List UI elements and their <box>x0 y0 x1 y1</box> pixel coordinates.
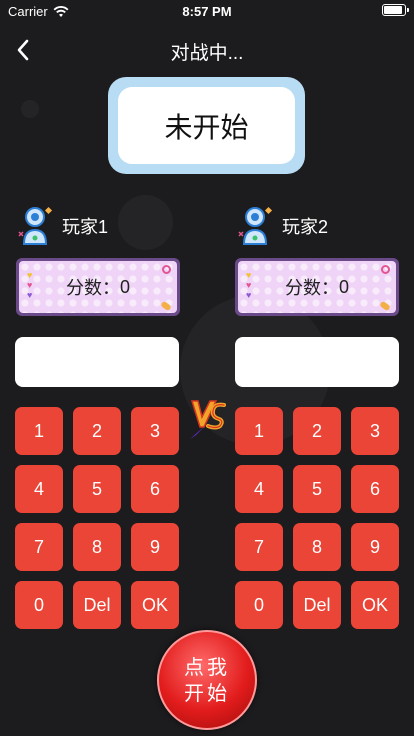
player2-key-0[interactable]: 0 <box>235 581 283 629</box>
player1-key-7[interactable]: 7 <box>15 523 63 571</box>
player2-header: 玩家2 <box>236 206 328 246</box>
hearts-icon: ♥ ♥ ♥ <box>246 270 252 300</box>
player2-key-1[interactable]: 1 <box>235 407 283 455</box>
player1-answer-input[interactable] <box>15 337 179 387</box>
ring-decoration-icon <box>162 265 171 274</box>
robot-avatar-icon <box>238 206 273 245</box>
pill-decoration-icon <box>379 300 391 312</box>
player2-key-6[interactable]: 6 <box>351 465 399 513</box>
player1-key-2[interactable]: 2 <box>73 407 121 455</box>
player2-key-9[interactable]: 9 <box>351 523 399 571</box>
player1-key-3[interactable]: 3 <box>131 407 179 455</box>
player1-score-box: ♥ ♥ ♥ 分数： 0 <box>16 258 180 316</box>
page-title: 对战中... <box>170 43 244 64</box>
nav-bar: 对战中... <box>0 30 414 70</box>
player1-key-9[interactable]: 9 <box>131 523 179 571</box>
player2-score-box: ♥ ♥ ♥ 分数： 0 <box>235 258 399 316</box>
player1-header: 玩家1 <box>16 206 108 246</box>
start-button-label: 点我开始 <box>184 655 230 705</box>
hearts-icon: ♥ ♥ ♥ <box>27 270 33 300</box>
player1-score-label: 分数： <box>65 278 120 298</box>
status-bar: Carrier 8:57 PM <box>0 0 414 22</box>
player1-key-1[interactable]: 1 <box>15 407 63 455</box>
player2-score-label: 分数： <box>284 278 339 298</box>
robot-avatar-icon <box>18 206 53 245</box>
player2-key-8[interactable]: 8 <box>293 523 341 571</box>
player1-key-5[interactable]: 5 <box>73 465 121 513</box>
player1-key-del[interactable]: Del <box>73 581 121 629</box>
player2-keypad: 1 2 3 4 5 6 7 8 9 0 Del OK <box>235 407 399 629</box>
player1-key-6[interactable]: 6 <box>131 465 179 513</box>
player2-key-2[interactable]: 2 <box>293 407 341 455</box>
player2-key-5[interactable]: 5 <box>293 465 341 513</box>
player2-key-ok[interactable]: OK <box>351 581 399 629</box>
player1-name: 玩家1 <box>62 217 109 237</box>
player1-key-0[interactable]: 0 <box>15 581 63 629</box>
start-button[interactable]: 点我开始 <box>157 630 257 730</box>
background-circle <box>118 195 173 250</box>
player1-score-value: 0 <box>119 276 130 297</box>
game-status-text: 未开始 <box>118 87 295 164</box>
player2-key-7[interactable]: 7 <box>235 523 283 571</box>
status-time: 8:57 PM <box>182 4 232 19</box>
player2-name: 玩家2 <box>282 217 329 237</box>
player2-key-4[interactable]: 4 <box>235 465 283 513</box>
background-circle <box>21 100 39 118</box>
player1-keypad: 1 2 3 4 5 6 7 8 9 0 Del OK <box>15 407 179 629</box>
player2-key-3[interactable]: 3 <box>351 407 399 455</box>
vs-icon <box>190 400 226 439</box>
player1-key-4[interactable]: 4 <box>15 465 63 513</box>
player2-score-value: 0 <box>338 276 349 297</box>
battery-icon <box>382 4 409 16</box>
ring-decoration-icon <box>381 265 390 274</box>
player2-answer-input[interactable] <box>235 337 399 387</box>
player2-key-del[interactable]: Del <box>293 581 341 629</box>
player1-key-ok[interactable]: OK <box>131 581 179 629</box>
player1-key-8[interactable]: 8 <box>73 523 121 571</box>
pill-decoration-icon <box>160 300 172 312</box>
game-status-card: 未开始 <box>108 77 305 174</box>
